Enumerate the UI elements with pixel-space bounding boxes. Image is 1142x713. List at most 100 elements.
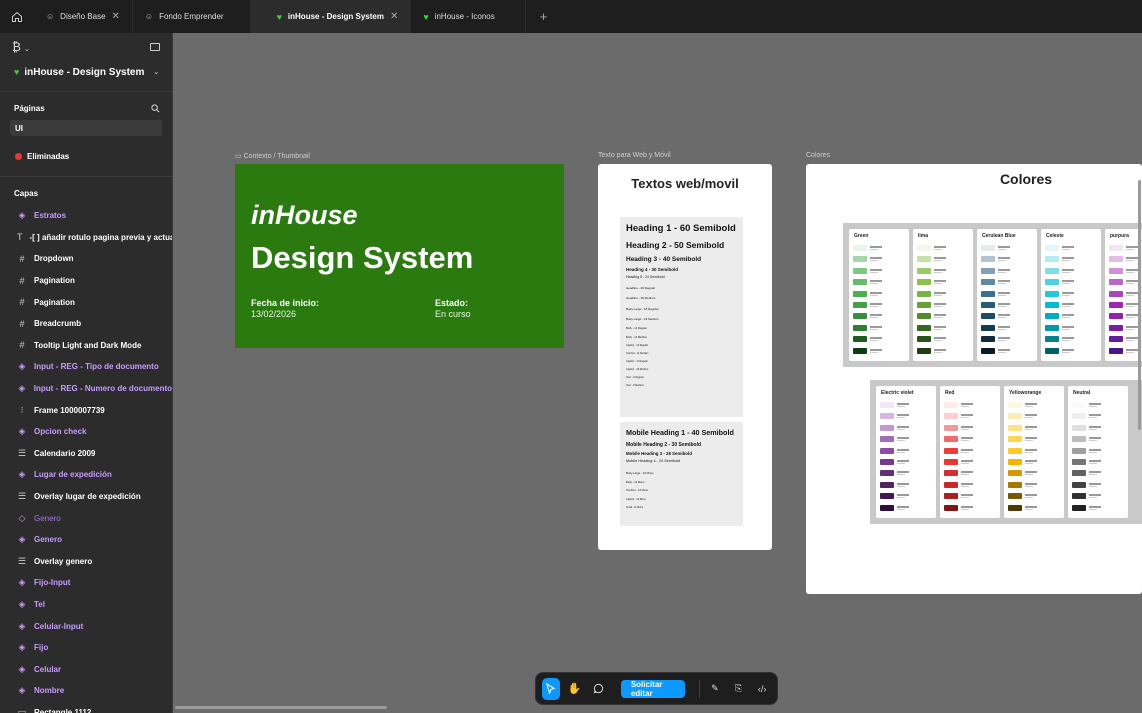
add-tab-button[interactable]: + xyxy=(540,9,548,24)
frame-label-thumbnail[interactable]: ▭ Contexto / Thumbnail xyxy=(235,152,310,160)
swatch-value-line xyxy=(1126,340,1134,342)
canvas[interactable]: ▭ Contexto / Thumbnail Texto para Web y … xyxy=(174,33,1142,713)
type-sample: Mobile Heading 4 - 24 Semibold xyxy=(626,458,681,463)
status-value: En curso xyxy=(435,309,471,319)
layer-item[interactable]: ◈ Fijo xyxy=(0,637,172,659)
color-swatch xyxy=(917,302,931,308)
layer-label: Input - REG - Tipo de documento xyxy=(34,362,159,372)
layer-item[interactable]: ◈ Input - REG - Tipo de documento xyxy=(0,356,172,378)
ai-tool-button[interactable]: ✎ xyxy=(706,678,724,700)
color-swatch xyxy=(853,302,867,308)
type-sample: Caption - 12 Regular xyxy=(626,344,649,348)
comment-tool-button[interactable] xyxy=(589,678,607,700)
text-layer-icon: T xyxy=(17,232,23,243)
dev-mode-button[interactable]: ⎘ xyxy=(730,678,748,700)
tab-diseno-base[interactable]: ☺ Diseño Base ✕ xyxy=(34,0,133,33)
layer-item[interactable]: # Breadcrumb xyxy=(0,313,172,335)
swatch-label-line xyxy=(1025,414,1037,417)
chevron-down-icon: ⌄ xyxy=(23,46,30,53)
tab-inhouse-design-system[interactable]: ♥ inHouse - Design System ✕ xyxy=(250,0,412,33)
frame-label-colors[interactable]: Colores xyxy=(806,152,830,159)
sidebar-toggle-icon[interactable] xyxy=(150,43,160,51)
swatch-value-line xyxy=(1025,440,1033,442)
layer-item[interactable]: T -[ ] añadir rotulo pagina previa y actu… xyxy=(0,227,172,249)
swatch-label-line xyxy=(934,257,946,260)
layer-item[interactable]: ☰ Overlay genero xyxy=(0,551,172,573)
main-menu-button[interactable]: ₿ ⌄ xyxy=(12,40,30,54)
swatch-value-line xyxy=(870,328,878,330)
layer-label: -[ ] añadir rotulo pagina previa y actua xyxy=(29,232,173,242)
swatch-value-line xyxy=(1025,508,1033,510)
layer-item[interactable]: ⁝ Frame 1000007739 xyxy=(0,399,172,421)
swatch-value-line xyxy=(998,306,1006,307)
layer-item[interactable]: ▭ Rectangle 1112 xyxy=(0,702,172,713)
frame-icon: ▭ xyxy=(235,153,242,160)
swatch-value-line xyxy=(998,260,1006,262)
search-icon[interactable] xyxy=(151,103,160,113)
frame-layer-icon: # xyxy=(19,253,25,264)
swatch-value-line xyxy=(897,417,905,419)
swatch-value-line xyxy=(961,451,969,453)
layer-label: Breadcrumb xyxy=(34,319,82,329)
swatch-value-line xyxy=(870,249,878,250)
move-tool-button[interactable] xyxy=(542,677,560,700)
code-view-button[interactable]: ‹/› xyxy=(753,678,771,700)
swatch-label-line xyxy=(1025,448,1037,451)
home-button[interactable] xyxy=(0,0,34,33)
color-swatch xyxy=(944,436,958,443)
layer-item[interactable]: ◈ Genero xyxy=(0,529,172,551)
layer-item[interactable]: # Tooltip Light and Dark Mode xyxy=(0,335,172,357)
frame-layer-icon: # xyxy=(19,340,25,351)
color-swatch xyxy=(880,413,894,420)
horizontal-scrollbar[interactable] xyxy=(175,706,387,709)
swatch-label-line xyxy=(1025,437,1037,440)
swatch-label-line xyxy=(870,268,882,271)
layers-title: Capas xyxy=(14,188,39,198)
tab-inhouse-iconos[interactable]: ♥ inHouse - Iconos xyxy=(411,0,526,33)
swatch-label-line xyxy=(934,280,946,283)
layer-item[interactable]: ◈ Fijo-Input xyxy=(0,572,172,594)
layer-item[interactable]: ☰ Calendario 2009 xyxy=(0,443,172,465)
swatch-value-line xyxy=(1126,306,1134,307)
close-icon[interactable]: ✕ xyxy=(390,11,398,22)
swatch-value-line xyxy=(998,340,1006,342)
layer-item[interactable]: ◈ Input - REG - Numero de documento xyxy=(0,378,172,400)
layer-label: Fijo-Input xyxy=(34,578,71,588)
vertical-scrollbar[interactable] xyxy=(1138,180,1141,430)
frame-label-texts[interactable]: Texto para Web y Móvil xyxy=(598,152,671,159)
layer-item[interactable]: # Dropdown xyxy=(0,248,172,270)
layer-item[interactable]: ◈ Celular-Input xyxy=(0,615,172,637)
swatch-value-line xyxy=(934,260,942,262)
request-edit-button[interactable]: Solicitar editar xyxy=(620,679,686,698)
type-sample: Heading 3 - 40 Semibold xyxy=(626,255,702,263)
swatch-label-line xyxy=(1126,291,1138,294)
swatch-label-line xyxy=(934,291,946,294)
layer-label: Rectangle 1112 xyxy=(34,707,92,713)
layer-item[interactable]: ◇ Genero xyxy=(0,507,172,529)
swatch-value-line xyxy=(1089,485,1097,487)
layer-item[interactable]: # Pagination xyxy=(0,291,172,313)
layer-item[interactable]: ◈ Nombre xyxy=(0,680,172,702)
swatch-label-line xyxy=(1062,257,1074,260)
layer-item[interactable]: ◈ Opcion check xyxy=(0,421,172,443)
layer-item[interactable]: ◈ Tel xyxy=(0,594,172,616)
colors-frame[interactable]: Colores Green lima Cerulean Blue Celeste pur… xyxy=(806,164,1142,594)
page-item-ui[interactable]: UI xyxy=(10,120,162,136)
color-swatch xyxy=(880,493,894,500)
layer-item[interactable]: ◈ Estratos xyxy=(0,205,172,227)
tab-fondo-emprender[interactable]: ☺ Fondo Emprender xyxy=(133,0,251,33)
swatch-value-line xyxy=(897,485,905,487)
layer-item[interactable]: # Pagination xyxy=(0,270,172,292)
color-swatch xyxy=(1008,436,1022,443)
layer-item[interactable]: ☰ Overlay lugar de expedición xyxy=(0,486,172,508)
texts-frame[interactable]: Textos web/movil Heading 1 - 60 Semibold… xyxy=(598,164,772,550)
layer-item[interactable]: ◈ Celular xyxy=(0,658,172,680)
close-icon[interactable]: ✕ xyxy=(112,11,120,22)
swatch-value-line xyxy=(934,317,942,319)
page-item-eliminadas[interactable]: Eliminadas xyxy=(10,148,162,164)
file-name-button[interactable]: ♥ inHouse - Design System ⌄ xyxy=(0,61,172,83)
hand-tool-button[interactable]: ✋ xyxy=(566,678,584,700)
layer-item[interactable]: ◈ Lugar de expedición xyxy=(0,464,172,486)
palette-card: Green xyxy=(849,229,909,361)
thumbnail-frame[interactable]: inHouse Design System Fecha de inicio: 1… xyxy=(235,164,564,348)
